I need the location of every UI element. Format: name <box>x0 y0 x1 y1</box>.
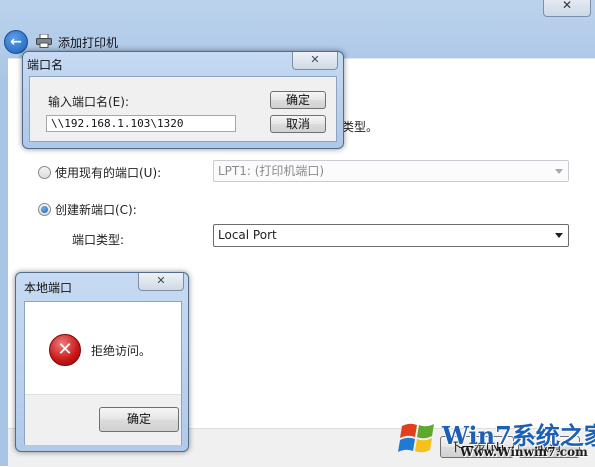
local-port-ok-button[interactable]: 确定 <box>99 407 179 432</box>
use-existing-port-radio[interactable] <box>38 166 51 179</box>
port-name-input[interactable]: \\192.168.1.103\1320 <box>46 115 236 132</box>
close-icon: ✕ <box>156 274 166 287</box>
port-type-select[interactable]: Local Port <box>213 224 569 247</box>
create-new-port-label: 创建新端口(C): <box>55 203 137 217</box>
port-name-dialog: 端口名 ✕ 输入端口名(E): \\192.168.1.103\1320 确定 … <box>22 51 344 149</box>
error-message: 拒绝访问。 <box>91 344 152 358</box>
port-name-dialog-body: 输入端口名(E): \\192.168.1.103\1320 确定 取消 <box>29 76 337 142</box>
back-arrow-icon[interactable]: ← <box>4 30 28 54</box>
port-name-dialog-title: 端口名 <box>27 58 64 72</box>
port-type-partial-text: 类型。 <box>342 120 379 134</box>
local-port-dialog-footer: 确定 <box>25 394 181 445</box>
error-icon: ✕ <box>49 334 81 366</box>
local-port-dialog: 本地端口 ✕ ✕ 拒绝访问。 确定 <box>15 272 189 452</box>
use-existing-port-label: 使用现有的端口(U): <box>55 166 162 180</box>
port-name-ok-button[interactable]: 确定 <box>270 91 326 109</box>
existing-port-select[interactable]: LPT1: (打印机端口) <box>213 160 569 182</box>
watermark: Win7系统之家 Www.Winwin7.com <box>396 412 595 464</box>
local-port-dialog-body: ✕ 拒绝访问。 确定 <box>24 301 182 445</box>
windows-logo-icon <box>398 423 434 453</box>
wizard-title: 添加打印机 <box>58 36 119 50</box>
local-port-close-button[interactable]: ✕ <box>138 273 184 291</box>
port-type-label: 端口类型: <box>72 233 125 247</box>
chevron-down-icon <box>555 233 563 238</box>
printer-icon <box>36 34 52 48</box>
port-type-value: Local Port <box>218 228 277 242</box>
wizard-close-button[interactable]: ✕ <box>543 0 591 17</box>
existing-port-value: LPT1: (打印机端口) <box>218 164 325 178</box>
local-port-dialog-title: 本地端口 <box>24 281 73 295</box>
chevron-down-icon <box>555 169 563 174</box>
create-new-port-radio[interactable] <box>38 203 51 216</box>
watermark-url: Www.Winwin7.com <box>460 445 588 459</box>
port-name-cancel-button[interactable]: 取消 <box>270 115 326 133</box>
close-icon: ✕ <box>310 53 320 66</box>
port-name-prompt: 输入端口名(E): <box>48 95 129 109</box>
port-name-close-button[interactable]: ✕ <box>292 52 338 70</box>
close-icon: ✕ <box>561 0 573 12</box>
